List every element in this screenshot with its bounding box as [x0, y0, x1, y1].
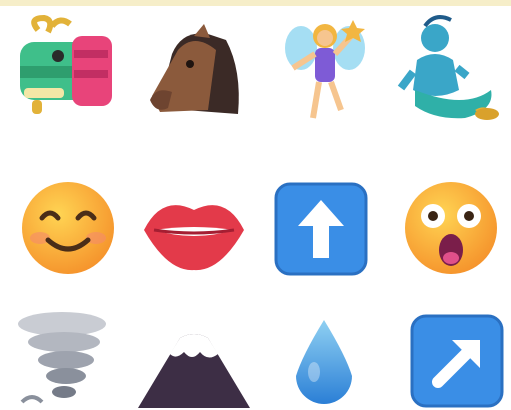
man-genie-cell[interactable] — [395, 10, 507, 130]
woman-fairy-cell[interactable] — [275, 10, 375, 130]
face-with-open-mouth-icon — [405, 182, 497, 274]
up-arrow-button-cell[interactable] — [272, 180, 370, 278]
up-right-arrow-button-cell[interactable] — [408, 312, 506, 410]
horse-face-cell[interactable] — [138, 10, 250, 125]
mount-fuji-icon — [138, 334, 250, 408]
woman-fairy-icon — [285, 20, 365, 119]
tornado-cell[interactable] — [12, 308, 112, 410]
smiling-face-with-smiling-eyes-icon — [22, 182, 114, 274]
face-with-open-mouth-cell[interactable] — [395, 172, 507, 284]
dragon-face-cell[interactable] — [10, 10, 122, 125]
man-genie-icon — [397, 15, 499, 120]
droplet-cell[interactable] — [286, 316, 362, 410]
up-arrow-button-icon — [274, 182, 368, 276]
droplet-icon — [296, 320, 352, 404]
mount-fuji-cell[interactable] — [134, 318, 254, 410]
tornado-icon — [18, 312, 106, 404]
smiling-face-cell[interactable] — [12, 172, 124, 284]
dragon-face-icon — [20, 14, 112, 114]
mouth-cell[interactable] — [138, 180, 250, 280]
up-right-arrow-button-icon — [410, 314, 504, 408]
emoji-grid — [0, 0, 511, 410]
mouth-icon — [144, 205, 244, 271]
horse-face-icon — [150, 24, 239, 114]
